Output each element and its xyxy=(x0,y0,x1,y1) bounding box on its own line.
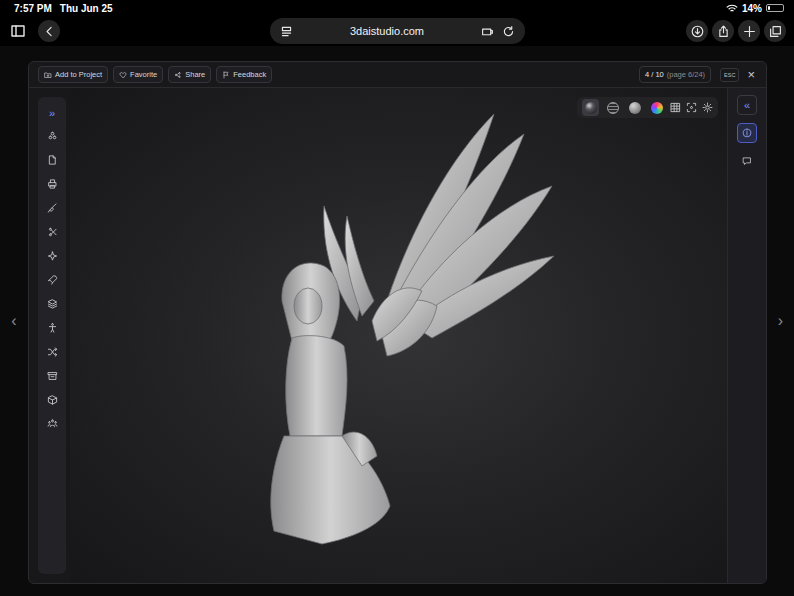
reload-icon[interactable] xyxy=(502,25,515,38)
status-bar: 7:57 PM Thu Jun 25 14% xyxy=(0,0,794,16)
favorite-button[interactable]: Favorite xyxy=(113,66,163,83)
sidebar-icon[interactable] xyxy=(10,23,26,39)
comments-icon xyxy=(742,156,752,166)
scissors-icon[interactable] xyxy=(47,224,58,240)
color-sphere-icon xyxy=(651,102,663,114)
focus-icon[interactable] xyxy=(686,102,697,113)
share-icon xyxy=(174,71,182,79)
ipad-screen: 7:57 PM Thu Jun 25 14% 3daistudio.com ‹ Add t… xyxy=(0,0,794,596)
gear-icon[interactable] xyxy=(702,102,713,113)
angel-model[interactable] xyxy=(262,106,562,546)
status-date: Thu Jun 25 xyxy=(60,3,113,14)
tabs-button[interactable] xyxy=(764,20,786,42)
share-page-button[interactable] xyxy=(712,20,734,42)
feedback-button[interactable]: Feedback xyxy=(216,66,272,83)
wire-mode-button[interactable] xyxy=(604,99,621,116)
add-to-project-button[interactable]: Add to Project xyxy=(38,66,108,83)
close-button[interactable]: × xyxy=(744,67,758,82)
previous-arrow[interactable]: ‹ xyxy=(11,312,16,330)
model-viewer-modal: Add to Project Favorite Share Feedback 4 / 1… xyxy=(28,61,767,584)
person-icon[interactable] xyxy=(47,320,58,336)
left-gutter: ‹ xyxy=(0,46,28,596)
tabs-icon xyxy=(769,25,782,38)
download-icon xyxy=(691,25,704,38)
browser-toolbar: 3daistudio.com xyxy=(0,16,794,46)
counter-text: 4 / 10 xyxy=(645,70,664,79)
collapse-panel-button[interactable]: « xyxy=(737,95,757,115)
grid-icon[interactable] xyxy=(670,102,681,113)
sparkle-icon[interactable] xyxy=(47,248,58,264)
info-icon xyxy=(742,128,752,138)
back-button[interactable] xyxy=(38,20,60,42)
shuffle-icon[interactable] xyxy=(47,344,58,360)
clay-mode-button[interactable] xyxy=(626,99,643,116)
flag-icon xyxy=(222,71,230,79)
battery-percent: 14% xyxy=(742,3,762,14)
matcap-mode-button[interactable] xyxy=(582,99,599,116)
share-icon xyxy=(717,25,730,38)
expand-toolbar-button[interactable]: » xyxy=(49,106,55,120)
esc-badge: ESC xyxy=(720,68,739,82)
viewer-tools xyxy=(577,97,718,118)
print-icon[interactable] xyxy=(47,176,58,192)
status-time: 7:57 PM xyxy=(14,3,52,14)
comments-tab[interactable] xyxy=(737,151,757,171)
heart-icon xyxy=(119,71,127,79)
downloads-button[interactable] xyxy=(686,20,708,42)
address-bar[interactable]: 3daistudio.com xyxy=(270,18,525,44)
next-arrow[interactable]: › xyxy=(778,312,783,330)
wire-sphere-icon xyxy=(607,102,619,114)
battery-icon xyxy=(766,4,784,12)
wifi-icon xyxy=(726,4,738,13)
modal-toolbar: Add to Project Favorite Share Feedback 4 / 1… xyxy=(29,62,766,88)
layers-icon[interactable] xyxy=(47,128,58,144)
group-icon[interactable] xyxy=(47,416,58,432)
right-gutter: › xyxy=(767,46,794,596)
color-mode-button[interactable] xyxy=(648,99,665,116)
folderplus-icon xyxy=(44,71,52,79)
brush-icon[interactable] xyxy=(47,200,58,216)
rocket-icon[interactable] xyxy=(47,272,58,288)
cube-icon[interactable] xyxy=(47,392,58,408)
page-backdrop: ‹ Add to Project Favorite Share Feedback 4 / … xyxy=(0,46,794,596)
left-toolbar: » xyxy=(38,97,66,574)
model-counter: 4 / 10(page 6/24) xyxy=(639,66,711,83)
url-text: 3daistudio.com xyxy=(299,25,475,37)
archive-icon[interactable] xyxy=(47,368,58,384)
extension-icon[interactable] xyxy=(481,25,494,38)
share-button[interactable]: Share xyxy=(168,66,211,83)
page-text: (page 6/24) xyxy=(667,70,705,79)
matcap-sphere-icon xyxy=(585,102,597,114)
chevron-left-icon xyxy=(43,25,56,38)
info-tab[interactable] xyxy=(737,123,757,143)
page-menu-icon[interactable] xyxy=(280,25,293,38)
modal-body: »« xyxy=(29,88,766,583)
stack-icon[interactable] xyxy=(47,296,58,312)
new-tab-button[interactable] xyxy=(738,20,760,42)
plus-icon xyxy=(743,25,756,38)
clay-sphere-icon xyxy=(629,102,641,114)
right-panel: « xyxy=(727,88,766,583)
3d-viewport[interactable] xyxy=(70,88,727,583)
file-icon[interactable] xyxy=(47,152,58,168)
